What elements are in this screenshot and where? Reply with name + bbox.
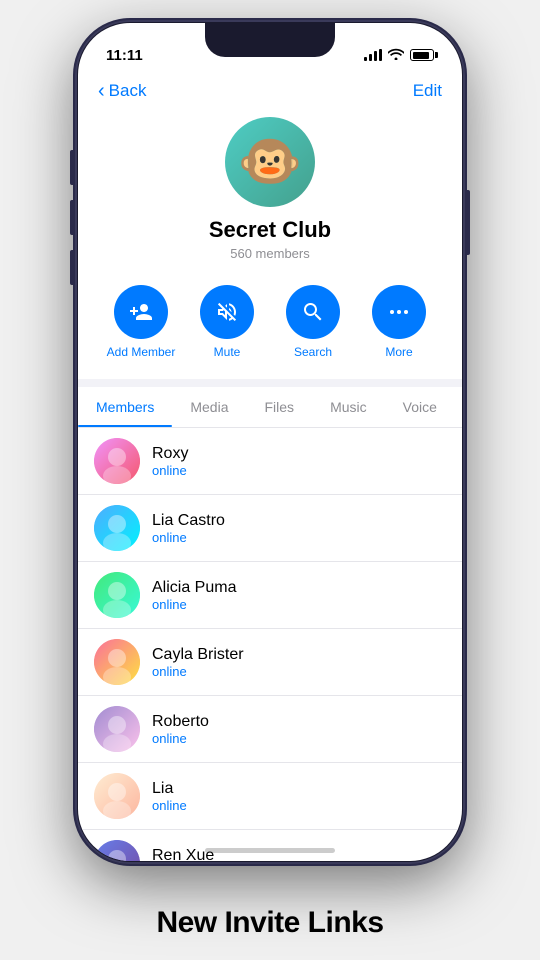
member-info: Roberto online — [152, 713, 209, 746]
member-info: Roxy online — [152, 445, 188, 478]
member-info: Cayla Brister online — [152, 646, 244, 679]
page-caption: New Invite Links — [0, 906, 540, 940]
notch — [205, 23, 335, 57]
search-icon — [301, 300, 325, 324]
mute-button[interactable]: Mute — [191, 285, 263, 359]
avatar — [94, 773, 140, 819]
member-status: online — [152, 463, 188, 478]
edit-button[interactable]: Edit — [413, 81, 442, 101]
status-time: 11:11 — [106, 47, 143, 64]
nav-bar: ‹ Back Edit — [78, 73, 462, 113]
member-info: Alicia Puma online — [152, 579, 236, 612]
tab-members[interactable]: Members — [78, 387, 172, 427]
tab-media[interactable]: Media — [172, 387, 246, 427]
member-status: online — [152, 664, 244, 679]
list-item[interactable]: Lia online — [78, 763, 462, 830]
wifi-icon — [388, 48, 404, 63]
home-indicator — [205, 848, 335, 853]
search-icon-circle — [286, 285, 340, 339]
search-button[interactable]: Search — [277, 285, 349, 359]
tab-music[interactable]: Music — [312, 387, 385, 427]
group-avatar-section: 🐵 Secret Club 560 members — [78, 113, 462, 277]
phone-inner: 11:11 — [78, 23, 462, 861]
mute-label: Mute — [214, 345, 241, 359]
list-item[interactable]: Roberto online — [78, 696, 462, 763]
list-item[interactable]: Ren Xue online — [78, 830, 462, 861]
avatar — [94, 505, 140, 551]
battery-icon — [410, 49, 434, 61]
member-name: Roxy — [152, 445, 188, 463]
avatar — [94, 706, 140, 752]
add-member-label: Add Member — [107, 345, 176, 359]
more-button[interactable]: More — [363, 285, 435, 359]
mute-icon — [215, 300, 239, 324]
group-avatar: 🐵 — [225, 117, 315, 207]
more-icon-circle — [372, 285, 426, 339]
member-info: Lia online — [152, 780, 187, 813]
signal-bars-icon — [364, 49, 382, 61]
mute-icon-circle — [200, 285, 254, 339]
search-label: Search — [294, 345, 332, 359]
back-label: Back — [109, 81, 147, 101]
section-divider — [78, 379, 462, 387]
page-wrapper: 11:11 — [0, 0, 540, 960]
member-name: Lia Castro — [152, 512, 225, 530]
member-status: online — [152, 530, 225, 545]
member-name: Lia — [152, 780, 187, 798]
list-item[interactable]: Roxy online — [78, 428, 462, 495]
avatar — [94, 438, 140, 484]
group-members-count: 560 members — [230, 246, 309, 261]
avatar — [94, 840, 140, 861]
phone-frame: 11:11 — [75, 20, 465, 864]
tab-links[interactable]: Lin... — [455, 387, 462, 427]
add-member-icon — [129, 300, 153, 324]
add-member-icon-circle — [114, 285, 168, 339]
avatar — [94, 639, 140, 685]
list-item[interactable]: Alicia Puma online — [78, 562, 462, 629]
tabs-container: Members Media Files Music Voice Lin... — [78, 387, 462, 428]
member-status: online — [152, 731, 209, 746]
more-label: More — [385, 345, 412, 359]
group-name: Secret Club — [209, 217, 331, 243]
avatar — [94, 572, 140, 618]
member-status: online — [152, 798, 187, 813]
members-list: Roxy online Lia Castro online — [78, 428, 462, 861]
status-icons — [364, 48, 434, 63]
member-status: online — [152, 597, 236, 612]
back-button[interactable]: ‹ Back — [98, 81, 146, 101]
chevron-left-icon: ‹ — [98, 81, 105, 101]
member-name: Alicia Puma — [152, 579, 236, 597]
member-info: Lia Castro online — [152, 512, 225, 545]
caption-text: New Invite Links — [156, 906, 383, 939]
member-name: Cayla Brister — [152, 646, 244, 664]
action-row: Add Member Mute — [78, 277, 462, 379]
list-item[interactable]: Cayla Brister online — [78, 629, 462, 696]
list-item[interactable]: Lia Castro online — [78, 495, 462, 562]
tab-voice[interactable]: Voice — [385, 387, 455, 427]
add-member-button[interactable]: Add Member — [105, 285, 177, 359]
group-avatar-emoji: 🐵 — [238, 136, 303, 188]
member-name: Roberto — [152, 713, 209, 731]
more-icon — [387, 300, 411, 324]
tab-files[interactable]: Files — [247, 387, 313, 427]
